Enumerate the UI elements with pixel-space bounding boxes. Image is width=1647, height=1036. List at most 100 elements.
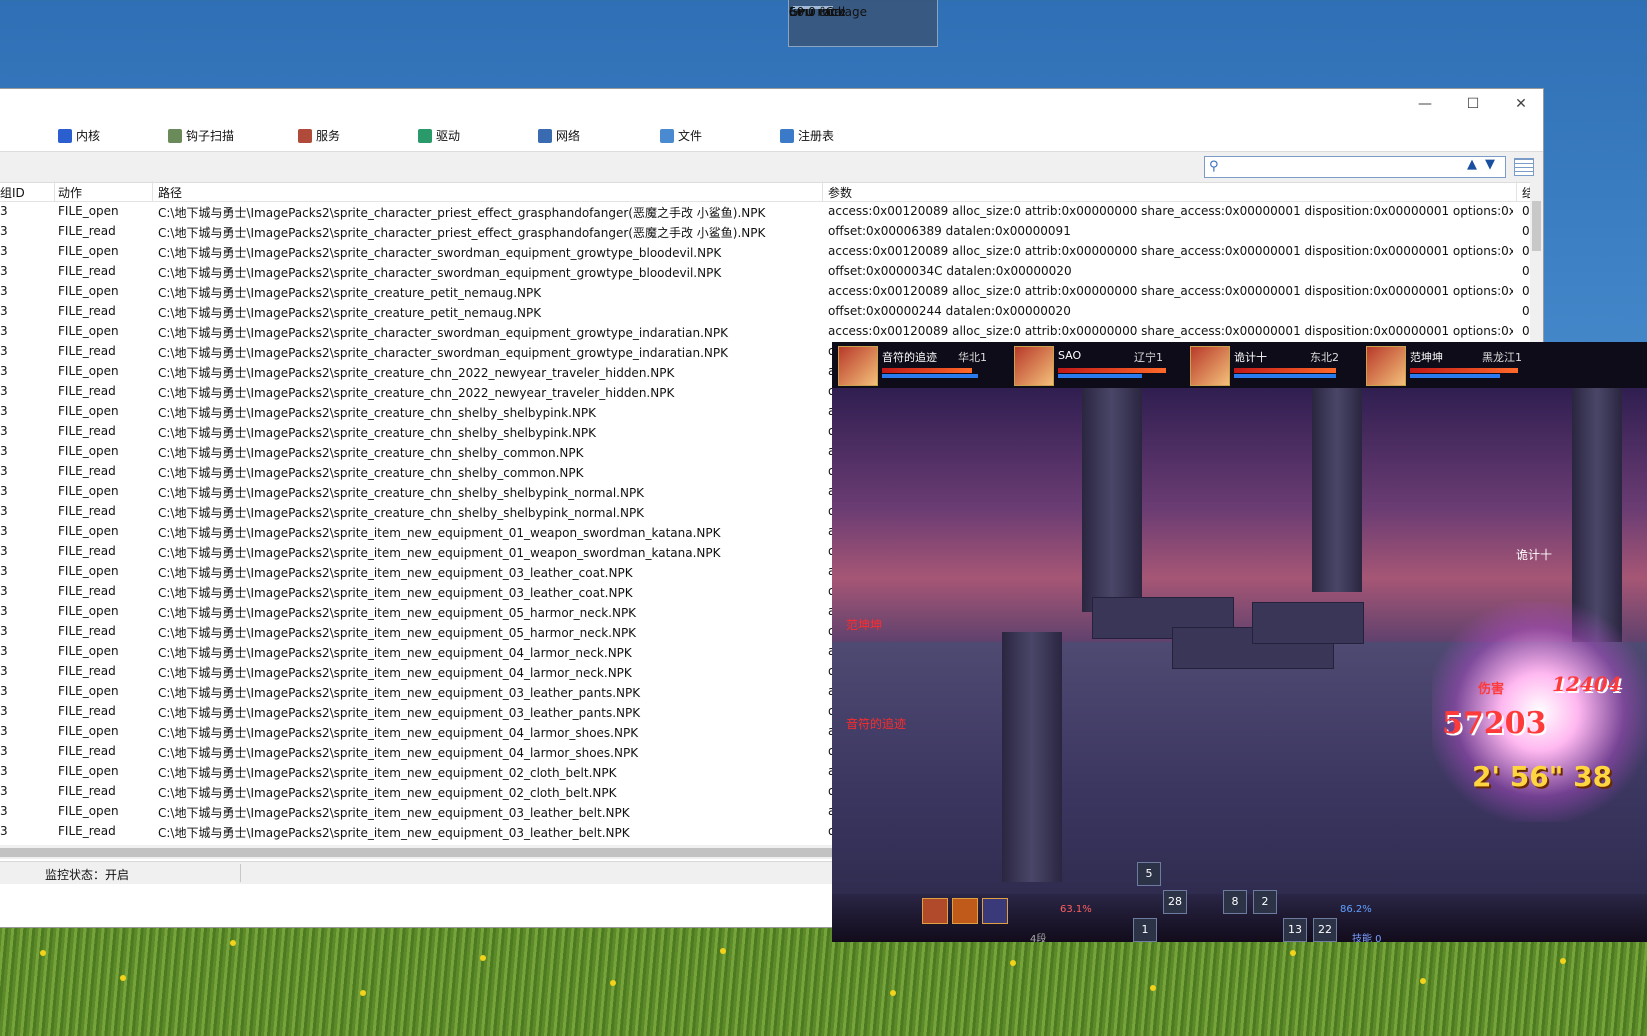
cell-path: C:\地下城与勇士\ImagePacks2\sprite_creature_ch… xyxy=(158,366,675,380)
cell-path: C:\地下城与勇士\ImagePacks2\sprite_character_s… xyxy=(158,346,728,360)
quick-item[interactable] xyxy=(982,898,1008,924)
search-down-button[interactable]: ▼ xyxy=(1485,157,1495,172)
search-icon: ⚲ xyxy=(1209,159,1219,174)
table-row[interactable]: 3 FILE_read C:\地下城与勇士\ImagePacks2\sprite_c… xyxy=(0,221,1530,242)
tab-hook-scan[interactable]: 钩子扫描 xyxy=(168,127,234,144)
cell-path: C:\地下城与勇士\ImagePacks2\sprite_item_new_eq… xyxy=(158,586,633,600)
cell-group: 3 xyxy=(0,704,8,718)
cell-group: 3 xyxy=(0,304,8,318)
cell-extra: 0 xyxy=(1522,264,1530,278)
mp-bar xyxy=(882,374,978,378)
driver-icon xyxy=(418,128,432,143)
cell-group: 3 xyxy=(0,384,8,398)
skill-slot[interactable]: 22 xyxy=(1313,918,1337,942)
cell-group: 3 xyxy=(0,664,8,678)
skill-slot[interactable]: 5 xyxy=(1137,862,1161,886)
quick-item[interactable] xyxy=(922,898,948,924)
cell-path: C:\地下城与勇士\ImagePacks2\sprite_creature_ch… xyxy=(158,466,584,480)
cell-params: access:0x00120089 alloc_size:0 attrib:0x… xyxy=(828,204,1513,218)
tab-network[interactable]: 网络 xyxy=(538,127,580,144)
maximize-button[interactable]: ☐ xyxy=(1458,93,1488,115)
hit-damage: 12404 xyxy=(1552,672,1622,696)
skill-slot[interactable]: 28 xyxy=(1163,890,1187,914)
col-path[interactable]: 路径 xyxy=(158,184,182,201)
avatar xyxy=(838,346,878,386)
hp-bar xyxy=(1410,368,1518,373)
hp-bar xyxy=(1234,368,1336,373)
cell-group: 3 xyxy=(0,284,8,298)
tab-service[interactable]: 服务 xyxy=(298,127,340,144)
file-icon xyxy=(660,128,674,143)
pillar xyxy=(1002,632,1062,882)
col-params[interactable]: 参数 xyxy=(828,184,852,201)
registry-icon xyxy=(780,128,794,143)
col-group[interactable]: 组ID xyxy=(0,184,25,201)
cell-group: 3 xyxy=(0,544,8,558)
cell-action: FILE_read xyxy=(58,624,116,638)
pillar xyxy=(1312,382,1362,592)
cell-params: access:0x00120089 alloc_size:0 attrib:0x… xyxy=(828,324,1513,338)
search-bar-area: ⚲ ▲ ▼ xyxy=(0,151,1543,183)
cell-path: C:\地下城与勇士\ImagePacks2\sprite_item_new_eq… xyxy=(158,706,641,720)
damage-prefix: 伤害 xyxy=(1478,682,1505,697)
grid-view-icon[interactable] xyxy=(1514,158,1534,176)
cell-group: 3 xyxy=(0,684,8,698)
player-tag: 诡计十 xyxy=(1516,548,1553,562)
mp-percent: 86.2% xyxy=(1340,904,1372,915)
cell-action: FILE_read xyxy=(58,344,116,358)
cell-group: 3 xyxy=(0,224,8,238)
tab-kernel[interactable]: 内核 xyxy=(58,127,100,144)
cell-action: FILE_open xyxy=(58,524,119,538)
table-row[interactable]: 3 FILE_open C:\地下城与勇士\ImagePacks2\sprite_c… xyxy=(0,201,1530,222)
skill-slot[interactable]: 13 xyxy=(1283,918,1307,942)
table-row[interactable]: 3 FILE_open C:\地下城与勇士\ImagePacks2\sprite_c… xyxy=(0,321,1530,342)
col-action[interactable]: 动作 xyxy=(58,184,82,201)
cell-action: FILE_open xyxy=(58,804,119,818)
cell-path: C:\地下城与勇士\ImagePacks2\sprite_creature_ch… xyxy=(158,486,645,500)
search-input[interactable]: ⚲ ▲ ▼ xyxy=(1204,156,1506,178)
party-member: 诡计十 东北2 xyxy=(1190,346,1360,386)
cell-action: FILE_read xyxy=(58,424,116,438)
table-row[interactable]: 3 FILE_open C:\地下城与勇士\ImagePacks2\sprite_c… xyxy=(0,281,1530,302)
cell-group: 3 xyxy=(0,264,8,278)
cell-action: FILE_read xyxy=(58,464,116,478)
close-button[interactable]: ✕ xyxy=(1506,93,1536,115)
table-row[interactable]: 3 FILE_read C:\地下城与勇士\ImagePacks2\sprite_c… xyxy=(0,301,1530,322)
cell-group: 3 xyxy=(0,564,8,578)
search-up-button[interactable]: ▲ xyxy=(1467,157,1477,172)
cell-path: C:\地下城与勇士\ImagePacks2\sprite_item_new_eq… xyxy=(158,786,617,800)
cell-path: C:\地下城与勇士\ImagePacks2\sprite_item_new_eq… xyxy=(158,526,721,540)
cell-group: 3 xyxy=(0,484,8,498)
cell-action: FILE_read xyxy=(58,544,116,558)
cell-action: FILE_read xyxy=(58,744,116,758)
skill-bar: 5 28 8 2 13 22 1 xyxy=(1107,862,1337,942)
skill-slot[interactable]: 2 xyxy=(1253,890,1277,914)
tab-label: 驱动 xyxy=(436,129,461,143)
cell-action: FILE_read xyxy=(58,824,116,838)
cell-path: C:\地下城与勇士\ImagePacks2\sprite_character_s… xyxy=(158,326,728,340)
tab-label: 网络 xyxy=(556,129,581,143)
tab-registry[interactable]: 注册表 xyxy=(780,127,834,144)
quick-item-bar xyxy=(922,898,1012,938)
player-server: 东北2 xyxy=(1310,351,1339,364)
cell-action: FILE_open xyxy=(58,204,119,218)
cell-action: FILE_open xyxy=(58,644,119,658)
table-row[interactable]: 3 FILE_read C:\地下城与勇士\ImagePacks2\sprite_c… xyxy=(0,261,1530,282)
minimize-button[interactable]: — xyxy=(1410,93,1440,115)
cell-action: FILE_open xyxy=(58,404,119,418)
quick-item[interactable] xyxy=(952,898,978,924)
cell-extra: 0 xyxy=(1522,244,1530,258)
table-row[interactable]: 3 FILE_open C:\地下城与勇士\ImagePacks2\sprite_c… xyxy=(0,241,1530,262)
tab-file[interactable]: 文件 xyxy=(660,127,702,144)
mp-bar xyxy=(1058,374,1142,378)
skill-slot[interactable]: 1 xyxy=(1133,918,1157,942)
party-member: 音符的追迹 华北1 xyxy=(838,346,1008,386)
tab-label: 注册表 xyxy=(798,129,835,143)
tab-driver[interactable]: 驱动 xyxy=(418,127,460,144)
avatar xyxy=(1014,346,1054,386)
game-window[interactable]: 音符的追迹 华北1 SAO 辽宁1 诡计十 东北2 范坤坤 黑龙江1 范坤坤 音… xyxy=(832,342,1647,942)
mp-bar xyxy=(1410,374,1500,378)
cell-group: 3 xyxy=(0,744,8,758)
skill-slot[interactable]: 8 xyxy=(1223,890,1247,914)
hp-bar xyxy=(1058,368,1166,373)
